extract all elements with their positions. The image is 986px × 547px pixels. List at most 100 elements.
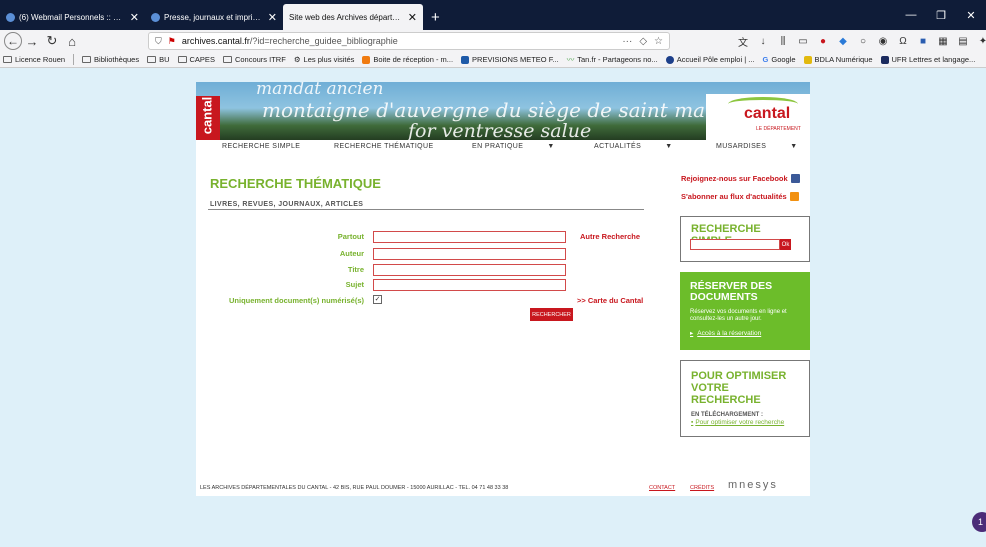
restore-icon[interactable]: ❐ (926, 0, 956, 30)
extension-puzzle-icon[interactable]: ✦ (976, 36, 986, 47)
menu-en-pratique[interactable]: EN PRATIQUE ▼ (472, 143, 555, 150)
bookmarks-bar: Licence Rouen Bibliothèques BU CAPES Con… (0, 52, 986, 68)
folder-icon (3, 56, 12, 63)
close-window-icon[interactable]: ✕ (956, 0, 986, 30)
bookmark-item[interactable]: Accueil Pôle emploi | ... (665, 55, 755, 64)
reload-icon[interactable]: ↻ (42, 32, 62, 50)
bookmark-item[interactable]: BU (147, 55, 170, 64)
credits-link[interactable]: CRÉDITS (690, 485, 714, 491)
box-subtitle: EN TÉLÉCHARGEMENT : (691, 412, 763, 418)
cantal-logo[interactable]: cantal LE DÉPARTEMENT (706, 94, 810, 140)
partout-input[interactable] (373, 231, 566, 243)
ufr-icon (880, 55, 889, 64)
logo-name: cantal (744, 105, 791, 122)
extension-ublock-icon[interactable]: ● (816, 36, 830, 47)
menu-recherche-thematique[interactable]: RECHERCHE THÉMATIQUE (334, 143, 434, 150)
menu-musardises[interactable]: MUSARDISES ▼ (716, 143, 798, 150)
facebook-link[interactable]: Rejoignez-nous sur Facebook (681, 174, 800, 183)
bookmark-item[interactable]: Concours ITRF (222, 55, 286, 64)
pocket-icon[interactable]: ◇ (639, 36, 647, 47)
banner-script: for ventresse salue (408, 120, 592, 140)
menu-recherche-simple[interactable]: RECHERCHE SIMPLE (222, 143, 300, 150)
main-menu: RECHERCHE SIMPLE RECHERCHE THÉMATIQUE EN… (196, 140, 810, 154)
field-label-partout: Partout (337, 232, 364, 241)
reservation-link[interactable]: ▸ Accès à la réservation (690, 329, 800, 337)
url-actions: ··· ◇ ☆ (622, 36, 663, 47)
extension-page-icon[interactable]: ▤ (956, 36, 970, 47)
bookmark-star-icon[interactable]: ☆ (654, 36, 663, 47)
home-icon[interactable]: ⌂ (62, 32, 82, 50)
library-icon[interactable]: ⫼ (776, 36, 790, 47)
sidebar-icon[interactable]: ▭ (796, 36, 810, 47)
weather-icon (461, 55, 470, 64)
bookmark-separator (73, 54, 75, 65)
extension-ghost-icon[interactable]: ◉ (876, 36, 890, 47)
extension-blue-icon[interactable]: ■ (916, 36, 930, 47)
bookmark-item[interactable]: Boite de réception - m... (362, 55, 453, 64)
extension-grid-icon[interactable]: ▦ (936, 36, 950, 47)
bookmark-item[interactable]: BDLA Numérique (803, 55, 873, 64)
tab-webmail[interactable]: (6) Webmail Personnels :: Bolt ✕ (0, 4, 145, 30)
numerise-checkbox[interactable]: ✓ (373, 295, 382, 304)
close-tab-icon[interactable]: ✕ (268, 11, 277, 24)
vertical-logo: cantal (199, 96, 215, 135)
auteur-input[interactable] (373, 248, 566, 260)
rechercher-button[interactable]: RECHERCHER (530, 308, 573, 321)
field-label-auteur: Auteur (339, 249, 364, 258)
extension-omega-icon[interactable]: Ω (896, 36, 910, 47)
carte-cantal-link[interactable]: >> Carte du Cantal (577, 296, 643, 305)
folder-icon (82, 56, 92, 63)
minimize-icon[interactable]: — (896, 0, 926, 30)
bookmark-item[interactable]: Licence Rouen (3, 55, 65, 64)
autre-recherche-link[interactable]: Autre Recherche (580, 232, 640, 241)
simple-search-form: Ok (690, 239, 791, 250)
notification-badge[interactable]: 1 (972, 512, 986, 532)
optimiser-link[interactable]: ▪ Pour optimiser votre recherche (691, 419, 799, 427)
chevron-down-icon: ▼ (665, 143, 673, 150)
bookmark-item[interactable]: Bibliothèques (82, 55, 139, 64)
close-tab-icon[interactable]: ✕ (408, 11, 417, 24)
tab-archives[interactable]: Site web des Archives départemen ✕ (283, 4, 423, 30)
navigation-bar: ← → ↻ ⌂ ⛉ ⚑ archives.cantal.fr /?id=rech… (0, 30, 986, 52)
translate-icon[interactable]: 文 (736, 34, 750, 49)
menu-actualites[interactable]: ACTUALITÉS ▼ (594, 143, 673, 150)
download-icon[interactable]: ↓ (756, 36, 770, 47)
tab-presse[interactable]: Presse, journaux et imprimés n ✕ (145, 4, 283, 30)
bookmark-item[interactable]: 〰 Tan.fr - Partageons no... (567, 54, 658, 65)
ok-button[interactable]: Ok (780, 239, 791, 250)
facebook-icon (790, 174, 800, 183)
url-bar[interactable]: ⛉ ⚑ archives.cantal.fr /?id=recherche_gu… (148, 32, 670, 50)
chevron-down-icon: ▼ (790, 143, 798, 150)
banner: cantal mandat ancien montaigne d'auvergn… (196, 82, 810, 140)
forward-icon[interactable]: → (22, 32, 42, 50)
pole-emploi-icon (665, 55, 674, 64)
toolbar-icons: 文 ↓ ⫼ ▭ ● ◆ ○ ◉ Ω ■ ▦ ▤ ✦ (736, 32, 986, 50)
tab-title: Presse, journaux et imprimés n (164, 12, 264, 22)
sujet-input[interactable] (373, 279, 566, 291)
folder-icon (222, 56, 232, 63)
google-icon: G (762, 55, 769, 64)
more-actions-icon[interactable]: ··· (622, 36, 632, 47)
simple-search-input[interactable] (690, 239, 780, 250)
extension-drop-icon[interactable]: ◆ (836, 36, 850, 47)
bookmark-item[interactable]: ⚙ Les plus visités (294, 55, 355, 64)
bookmark-item[interactable]: G Google (763, 55, 796, 64)
no-camera-icon[interactable]: ⚑ (168, 36, 176, 47)
mnesys-logo[interactable]: mnesys (728, 479, 778, 491)
folder-icon (177, 56, 187, 63)
close-tab-icon[interactable]: ✕ (130, 11, 139, 24)
banner-script: montaigne d'auvergne du siège de saint m… (262, 98, 742, 122)
url-domain: archives.cantal.fr (181, 36, 250, 46)
titre-input[interactable] (373, 264, 566, 276)
tan-icon: 〰 (566, 55, 575, 64)
contact-link[interactable]: CONTACT (649, 485, 675, 491)
back-icon[interactable]: ← (4, 32, 22, 50)
bookmark-item[interactable]: CAPES (177, 55, 215, 64)
section-subheading: LIVRES, REVUES, JOURNAUX, ARTICLES (210, 201, 364, 208)
bookmark-item[interactable]: PREVISIONS METEO F... (461, 55, 559, 64)
shield-icon[interactable]: ⛉ (155, 36, 162, 47)
new-tab-button[interactable]: + (423, 4, 448, 30)
bookmark-item[interactable]: UFR Lettres et langage... (880, 55, 975, 64)
extension-circle-icon[interactable]: ○ (856, 36, 870, 47)
rss-link[interactable]: S'abonner au flux d'actualités (681, 192, 799, 201)
